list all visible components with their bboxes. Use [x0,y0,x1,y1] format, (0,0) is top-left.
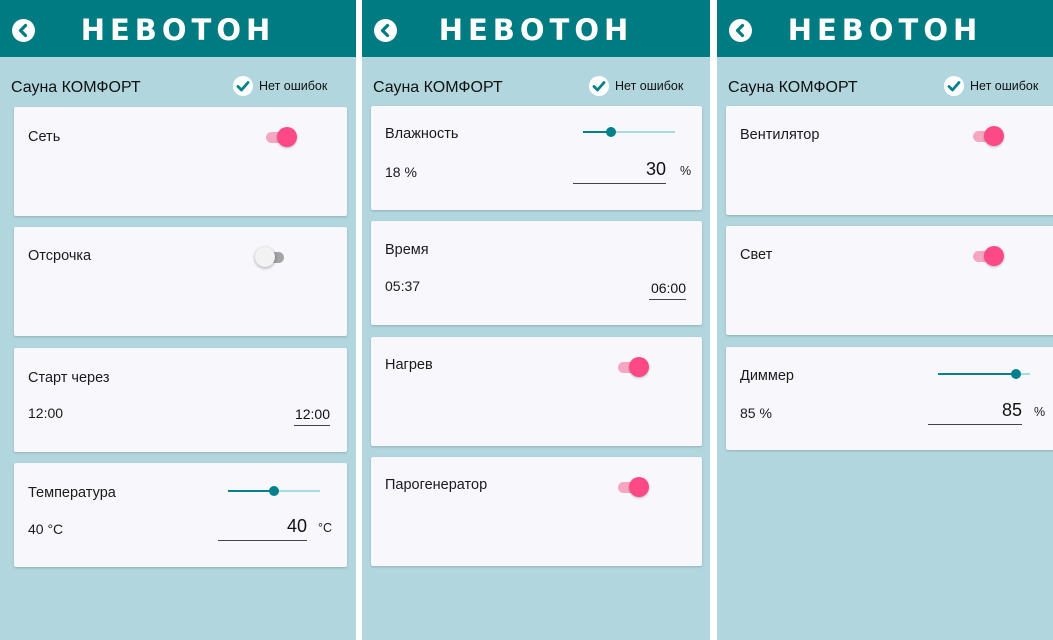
fan-toggle[interactable] [969,125,1005,147]
card-heating: Нагрев [371,337,702,446]
page-title: Сауна КОМФОРТ [373,79,503,96]
status-badge: Нет ошибок [589,76,683,96]
status-text: Нет ошибок [970,79,1039,93]
temperature-input-value: 40 [286,516,307,536]
card-temperature: Температура 40 °C 40 °C [14,463,347,567]
screen-main: НЕВОТОН Сауна КОМФОРТ Нет ошибок Сеть От… [0,0,356,640]
dimmer-input-value: 85 [1001,400,1022,420]
heating-label: Нагрев [385,357,433,373]
time-label: Время [385,242,429,258]
dimmer-unit: % [1034,405,1046,419]
app-header: НЕВОТОН [0,0,356,57]
light-toggle[interactable] [969,245,1005,267]
delay-toggle[interactable] [254,246,290,268]
dimmer-input[interactable]: 85 [928,395,1022,425]
time-input-value: 06:00 [650,280,686,296]
start-time-input-value: 12:00 [294,406,330,422]
humidity-slider-thumb[interactable] [605,127,616,137]
fan-label: Вентилятор [740,127,820,143]
humidity-input[interactable]: 30 [573,154,666,184]
card-delay: Отсрочка [14,227,347,336]
dimmer-slider-thumb[interactable] [1011,369,1022,379]
humidity-label: Влажность [385,126,459,142]
dimmer-slider[interactable] [938,368,1030,380]
temperature-slider[interactable] [228,485,320,497]
card-steam-generator: Парогенератор [371,457,702,566]
dimmer-current: 85 % [740,405,772,421]
app-header: НЕВОТОН [362,0,710,57]
start-value: 12:00 [28,405,64,421]
card-fan: Вентилятор [726,106,1053,215]
time-input[interactable]: 06:00 [649,271,686,300]
status-badge: Нет ошибок [233,76,327,96]
humidity-slider[interactable] [583,126,675,138]
card-light: Свет [726,226,1053,335]
heating-toggle[interactable] [614,356,650,378]
humidity-input-value: 30 [645,159,666,179]
dimmer-label: Диммер [740,368,794,384]
check-icon [589,76,609,96]
time-value: 05:37 [385,278,421,294]
light-label: Свет [740,247,773,263]
network-toggle[interactable] [262,126,298,148]
card-dimmer: Диммер 85 % 85 % [726,347,1053,450]
network-label: Сеть [28,129,61,145]
screen-extra: НЕВОТОН Сауна КОМФОРТ Нет ошибок Вентиля… [717,0,1053,640]
screen-steam: НЕВОТОН Сауна КОМФОРТ Нет ошибок Влажнос… [362,0,710,640]
temperature-unit: °C [318,521,333,535]
brand-logo: НЕВОТОН [787,13,983,47]
check-icon [944,76,964,96]
card-time: Время 05:37 06:00 [371,221,702,325]
page-title: Сауна КОМФОРТ [11,79,141,96]
status-badge: Нет ошибок [944,76,1038,96]
steam-label: Парогенератор [385,477,488,493]
brand-logo: НЕВОТОН [438,13,634,47]
status-text: Нет ошибок [615,79,684,93]
temperature-slider-thumb[interactable] [269,486,279,496]
card-humidity: Влажность 18 % 30 % [371,106,702,210]
card-start-delay: Старт через 12:00 12:00 [14,348,347,452]
steam-toggle[interactable] [614,476,650,498]
temperature-input[interactable]: 40 [218,511,307,541]
check-icon [233,76,253,96]
app-header: НЕВОТОН [717,0,1053,57]
start-time-input[interactable]: 12:00 [294,398,330,426]
status-text: Нет ошибок [259,79,328,93]
start-label: Старт через [28,370,110,386]
temperature-label: Температура [28,485,116,501]
card-network: Сеть [14,107,347,216]
delay-label: Отсрочка [28,248,92,264]
temperature-current: 40 °C [28,521,64,537]
brand-logo: НЕВОТОН [80,13,276,47]
page-title: Сауна КОМФОРТ [728,79,858,96]
humidity-unit: % [680,164,692,178]
humidity-current: 18 % [385,164,417,180]
